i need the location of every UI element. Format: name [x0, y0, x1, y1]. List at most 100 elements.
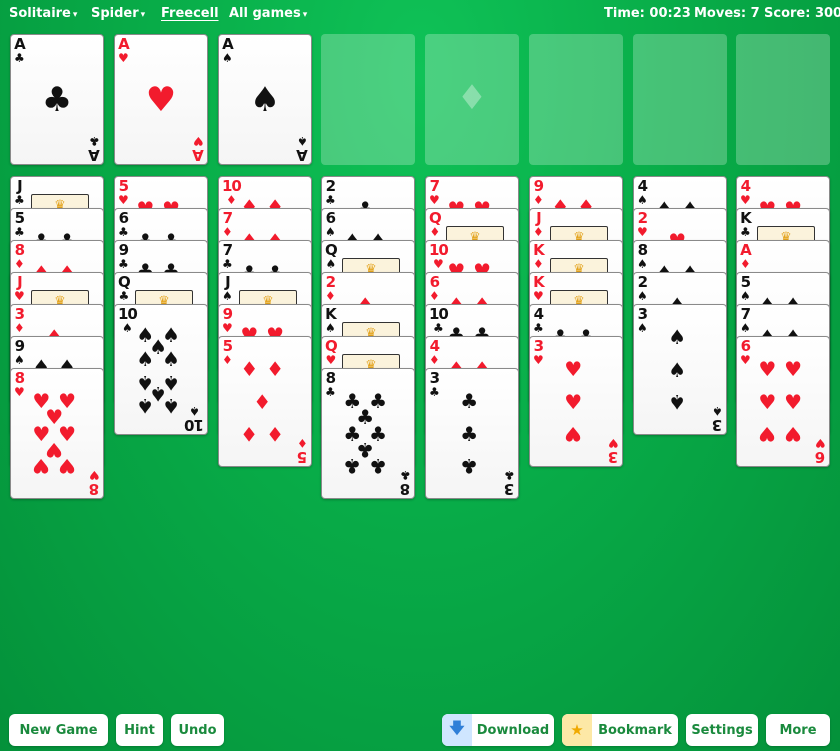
card-rank: 9: [222, 305, 233, 323]
card-corner-index: 2♠: [637, 275, 648, 303]
diamond-icon: ♦: [533, 225, 544, 239]
card-corner-index: 7♦: [222, 209, 233, 239]
card-rank: 6: [815, 448, 826, 466]
spade-icon: ♠: [162, 346, 181, 371]
more-button[interactable]: More: [766, 714, 830, 746]
heart-icon: ♥: [784, 356, 803, 381]
foundation-2[interactable]: [529, 34, 623, 165]
card-rank: Q: [325, 337, 338, 355]
card-corner-index: 10♦: [222, 179, 242, 207]
undo-button[interactable]: Undo: [171, 714, 224, 746]
card-corner-index: 2♦: [325, 275, 336, 303]
diamond-icon: ♦: [429, 289, 440, 303]
card-corner-index: K♦: [533, 241, 545, 271]
card-rank: 6: [740, 337, 751, 355]
card-corner-index: 7♥: [429, 179, 440, 207]
card-rank: A: [118, 35, 130, 53]
free-cell-4[interactable]: [321, 34, 415, 165]
card-rank: 8: [325, 369, 336, 387]
card-corner-index: A ♥: [193, 134, 204, 164]
card-rank: 3: [608, 448, 619, 466]
card-rank: J: [225, 273, 231, 291]
tableau-7-card[interactable]: 3 ♠ ♠ ♠ ♠ 3 ♠: [633, 304, 727, 435]
heart-icon: ♥: [118, 51, 129, 65]
card-rank: 10: [429, 241, 449, 259]
free-cell-3-card[interactable]: A ♠ ♠ A ♠: [218, 34, 312, 165]
download-button[interactable]: 🡇 Download: [442, 714, 554, 746]
card-rank: 5: [297, 448, 308, 466]
card-rank: K: [533, 241, 545, 259]
club-icon: ♣: [14, 225, 25, 239]
card-rank: 4: [740, 177, 751, 195]
card-rank: 3: [712, 416, 723, 434]
card-rank: A: [193, 146, 204, 164]
club-icon: ♣: [118, 225, 129, 239]
new-game-button[interactable]: New Game: [9, 714, 108, 746]
club-icon: ♣: [460, 454, 479, 478]
card-rank: 8: [89, 480, 100, 498]
spade-icon: ♠: [136, 394, 155, 419]
club-icon: ♣: [41, 79, 73, 120]
chevron-down-icon: ▾: [72, 10, 78, 20]
settings-button[interactable]: Settings: [686, 714, 758, 746]
bookmark-button[interactable]: ★ Bookmark: [562, 714, 678, 746]
hint-button[interactable]: Hint: [116, 714, 163, 746]
card-corner-index: 5♠: [740, 275, 751, 303]
tableau-5-card[interactable]: 3 ♣ ♣ ♣ ♣ 3 ♣: [425, 368, 519, 499]
card-corner-index: 7♠: [740, 307, 751, 335]
club-icon: ♣: [400, 468, 411, 482]
diamond-icon: ♦: [266, 356, 285, 381]
heart-icon: ♥: [429, 193, 440, 207]
club-icon: ♣: [504, 468, 515, 482]
card-rank: 6: [118, 209, 129, 227]
card-rank: 9: [118, 241, 129, 259]
club-icon: ♣: [118, 289, 130, 303]
diamond-icon: ♦: [240, 356, 259, 381]
tableau-1-card[interactable]: 8 ♥ ♥ ♥ ♥ ♥ ♥ ♥ ♥ ♥ 8 ♥: [10, 368, 104, 499]
heart-icon: ♥: [740, 353, 751, 367]
card-corner-index: 4♣: [533, 305, 544, 335]
card-rank: K: [740, 209, 752, 227]
spade-icon: ♠: [668, 390, 687, 414]
card-corner-index: 3 ♣: [504, 468, 515, 498]
foundation-1[interactable]: ♦: [425, 34, 519, 165]
card-corner-index: Q♥: [325, 337, 338, 367]
foundation-4[interactable]: [736, 34, 830, 165]
diamond-icon: ♦: [297, 436, 308, 450]
diamond-icon: ♦: [325, 289, 336, 303]
card-rank: 2: [325, 177, 336, 195]
card-corner-index: A ♥: [118, 35, 130, 65]
club-icon: ♣: [222, 257, 233, 271]
tableau-4-card[interactable]: 8 ♣ ♣ ♣ ♣ ♣ ♣ ♣ ♣ ♣ 8 ♣: [321, 368, 415, 499]
foundation-3[interactable]: [633, 34, 727, 165]
spade-icon: ♠: [668, 357, 687, 382]
spade-icon: ♠: [222, 289, 233, 303]
free-cell-1-card[interactable]: A ♣ ♣ A ♣: [10, 34, 104, 165]
tableau-8-card[interactable]: 6 ♥ ♥ ♥ ♥ ♥ ♥ ♥ 6 ♥: [736, 336, 830, 467]
card-rank: J: [536, 209, 542, 227]
card-rank: 10: [118, 305, 138, 323]
tableau-3-card[interactable]: 5 ♦ ♦ ♦ ♦ ♦ ♦ 5 ♦: [218, 336, 312, 467]
card-rank: A: [14, 35, 26, 53]
club-icon: ♣: [460, 421, 479, 446]
card-rank: 3: [429, 369, 440, 387]
menu-all-games[interactable]: All games ▾: [229, 6, 307, 21]
card-rank: A: [222, 35, 234, 53]
heart-icon: ♥: [564, 356, 583, 381]
diamond-icon: ♦: [14, 257, 25, 271]
card-rank: 7: [222, 209, 233, 227]
card-corner-index: A ♣: [14, 35, 26, 65]
card-rank: 10: [429, 305, 449, 323]
card-rank: K: [533, 273, 545, 291]
free-cell-2-card[interactable]: A ♥ ♥ A ♥: [114, 34, 208, 165]
menu-solitaire[interactable]: Solitaire ▾: [9, 6, 77, 21]
card-corner-index: 9♦: [533, 179, 544, 207]
card-rank: 4: [533, 305, 544, 323]
diamond-icon: ♦: [226, 193, 237, 207]
menu-freecell[interactable]: Freecell: [161, 6, 219, 21]
menu-spider[interactable]: Spider ▾: [91, 6, 145, 21]
spade-icon: ♠: [325, 321, 336, 335]
tableau-2-card[interactable]: 10 ♠ ♠ ♠ ♠ ♠ ♠ ♠ ♠ ♠ ♠ ♠ 10 ♠: [114, 304, 208, 435]
tableau-6-card[interactable]: 3 ♥ ♥ ♥ ♥ 3 ♥: [529, 336, 623, 467]
card-corner-index: 3 ♣: [429, 369, 440, 399]
